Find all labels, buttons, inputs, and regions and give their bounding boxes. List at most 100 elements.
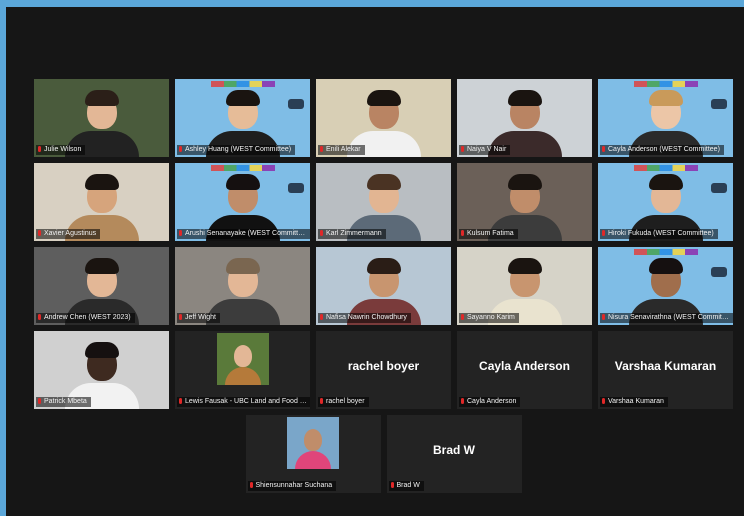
muted-mic-icon xyxy=(461,398,464,404)
participant-tile[interactable]: Kulsum Fatima xyxy=(457,163,592,241)
participant-tile[interactable]: Julie Wilson xyxy=(34,79,169,157)
participant-name-text: Cayla Anderson xyxy=(467,398,517,405)
participant-hair xyxy=(507,258,542,274)
participant-hair xyxy=(507,174,542,190)
participant-hair xyxy=(84,342,119,358)
participant-hair xyxy=(366,90,401,106)
participant-hair xyxy=(225,90,260,106)
participant-name-text: Kulsum Fatima xyxy=(467,230,514,237)
participant-name-text: Ashley Huang (WEST Committee) xyxy=(185,146,292,153)
participant-name-label: Nafisa Nawrin Chowdhury xyxy=(318,313,411,323)
participant-tile[interactable]: Varshaa Kumaran Varshaa Kumaran xyxy=(598,331,733,409)
participant-name-text: Brad W xyxy=(396,482,420,489)
faucet-icon xyxy=(288,183,304,193)
participant-name-label: Julie Wilson xyxy=(36,145,86,155)
participant-name-text: Xavier Agustinus xyxy=(44,230,97,237)
participant-tile[interactable]: Karl Zimmermann xyxy=(316,163,451,241)
participant-name-label: Enili Alekar xyxy=(318,145,365,155)
muted-mic-icon xyxy=(179,314,182,320)
participant-display-name: Brad W xyxy=(433,443,475,457)
faucet-icon xyxy=(711,267,727,277)
sponsor-logos xyxy=(211,81,275,87)
faucet-icon xyxy=(711,99,727,109)
participant-tile[interactable]: Cayla Anderson Cayla Anderson xyxy=(457,331,592,409)
participant-hair xyxy=(648,258,683,274)
participant-tile[interactable]: Patrick Mbeta xyxy=(34,331,169,409)
meeting-gallery-view: Julie Wilson Ashley Huang (WEST Committee… xyxy=(6,7,744,516)
participant-tile[interactable]: Hiroki Fukuda (WEST Committee) xyxy=(598,163,733,241)
participant-name-label: Naiya V Nair xyxy=(459,145,511,155)
participant-name-label: Cayla Anderson (WEST Committee) xyxy=(600,145,724,155)
participant-name-text: Arushi Senanayake (WEST Committee) xyxy=(185,230,309,237)
participant-hair xyxy=(84,174,119,190)
participant-name-text: Shiensunnahar Suchana xyxy=(255,482,333,489)
participant-name-label: Arushi Senanayake (WEST Committee) xyxy=(177,229,310,239)
participant-name-text: Andrew Chen (WEST 2023) xyxy=(44,314,131,321)
participant-tile[interactable]: Andrew Chen (WEST 2023) xyxy=(34,247,169,325)
muted-mic-icon xyxy=(38,398,41,404)
muted-mic-icon xyxy=(390,482,394,488)
muted-mic-icon xyxy=(461,146,464,152)
participant-name-text: Enili Alekar xyxy=(326,146,361,153)
participant-face xyxy=(233,345,252,367)
muted-mic-icon xyxy=(38,146,41,152)
participant-tile[interactable]: Nisura Senavirathna (WEST Committee) xyxy=(598,247,733,325)
participant-tile[interactable]: Sayanno Karim xyxy=(457,247,592,325)
muted-mic-icon xyxy=(179,230,182,236)
participant-tile[interactable]: rachel boyer rachel boyer xyxy=(316,331,451,409)
participant-name-label: Lewis Fausak - UBC Land and Food Systems xyxy=(177,397,310,407)
participant-tile[interactable]: Lewis Fausak - UBC Land and Food Systems xyxy=(175,331,310,409)
sponsor-logos xyxy=(634,81,698,87)
muted-mic-icon xyxy=(461,314,464,320)
muted-mic-icon xyxy=(179,398,182,404)
participant-hair xyxy=(507,90,542,106)
participant-name-label: Hiroki Fukuda (WEST Committee) xyxy=(600,229,718,239)
muted-mic-icon xyxy=(602,314,605,320)
participant-tile[interactable]: Jeff Wight xyxy=(175,247,310,325)
participant-name-label: Ashley Huang (WEST Committee) xyxy=(177,145,296,155)
participant-tile[interactable]: Xavier Agustinus xyxy=(34,163,169,241)
participant-name-label: Brad W xyxy=(388,481,424,491)
participant-tile[interactable]: Ashley Huang (WEST Committee) xyxy=(175,79,310,157)
participant-name-text: Julie Wilson xyxy=(44,146,82,153)
muted-mic-icon xyxy=(602,230,605,236)
muted-mic-icon xyxy=(179,146,182,152)
participant-hair xyxy=(366,258,401,274)
participant-name-label: Nisura Senavirathna (WEST Committee) xyxy=(600,313,733,323)
participant-name-label: Karl Zimmermann xyxy=(318,229,386,239)
participant-tile[interactable]: Nafisa Nawrin Chowdhury xyxy=(316,247,451,325)
sponsor-logos xyxy=(634,165,698,171)
muted-mic-icon xyxy=(38,314,41,320)
participant-display-name: Varshaa Kumaran xyxy=(614,359,717,373)
participant-name-text: Cayla Anderson (WEST Committee) xyxy=(608,146,720,153)
participant-tile[interactable]: Brad W Brad W xyxy=(386,415,522,493)
participant-name-label: rachel boyer xyxy=(318,397,369,407)
profile-picture xyxy=(287,417,339,469)
participant-tile[interactable]: Cayla Anderson (WEST Committee) xyxy=(598,79,733,157)
muted-mic-icon xyxy=(320,146,323,152)
participant-name-text: Naiya V Nair xyxy=(467,146,507,153)
participant-hair xyxy=(84,90,119,106)
participant-name-text: Nisura Senavirathna (WEST Committee) xyxy=(608,314,733,321)
participant-tile[interactable]: Arushi Senanayake (WEST Committee) xyxy=(175,163,310,241)
participant-tile[interactable]: Enili Alekar xyxy=(316,79,451,157)
muted-mic-icon xyxy=(320,230,323,236)
participant-hair xyxy=(225,174,260,190)
participant-name-text: Hiroki Fukuda (WEST Committee) xyxy=(608,230,714,237)
participant-display-name: Cayla Anderson xyxy=(479,359,570,373)
muted-mic-icon xyxy=(461,230,464,236)
participant-tile[interactable]: Naiya V Nair xyxy=(457,79,592,157)
participant-body xyxy=(224,367,261,385)
participant-display-name: rachel boyer xyxy=(347,359,420,373)
participant-face xyxy=(304,429,322,451)
participant-name-label: Cayla Anderson xyxy=(459,397,521,407)
participant-name-label: Xavier Agustinus xyxy=(36,229,101,239)
profile-picture xyxy=(216,333,269,385)
participant-name-text: Patrick Mbeta xyxy=(44,398,87,405)
participant-name-label: Andrew Chen (WEST 2023) xyxy=(36,313,135,323)
participant-name-text: Lewis Fausak - UBC Land and Food Systems xyxy=(185,398,310,405)
faucet-icon xyxy=(288,99,304,109)
participant-name-text: Varshaa Kumaran xyxy=(608,398,664,405)
faucet-icon xyxy=(711,183,727,193)
participant-tile[interactable]: Shiensunnahar Suchana xyxy=(245,415,381,493)
